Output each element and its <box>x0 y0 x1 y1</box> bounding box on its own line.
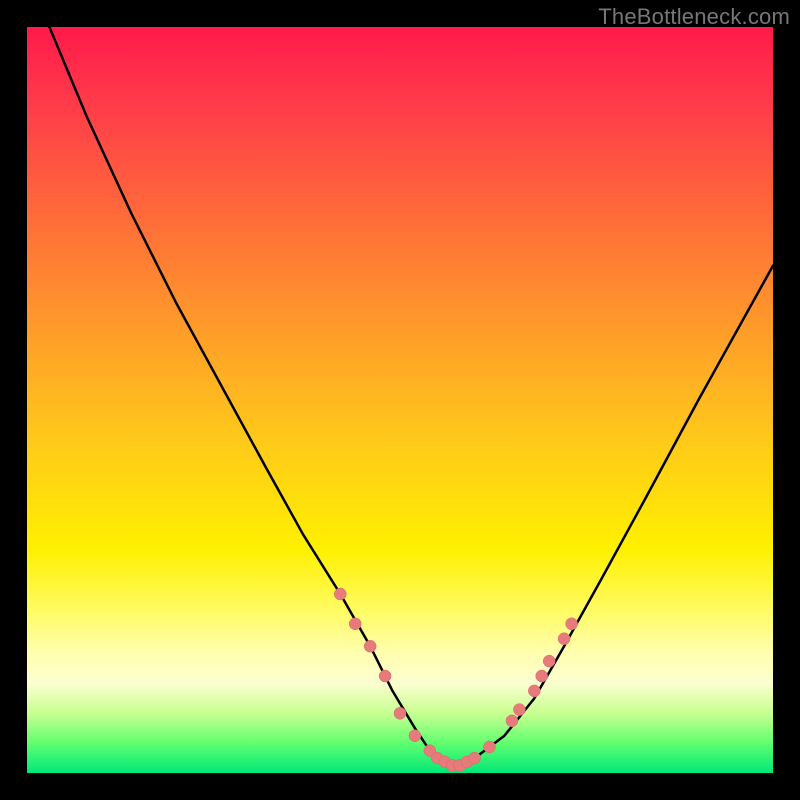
bottleneck-curve <box>49 27 773 766</box>
marker-dots <box>334 588 577 772</box>
watermark-text: TheBottleneck.com <box>598 4 790 30</box>
curve-svg <box>27 27 773 773</box>
gradient-plot-area <box>27 27 773 773</box>
